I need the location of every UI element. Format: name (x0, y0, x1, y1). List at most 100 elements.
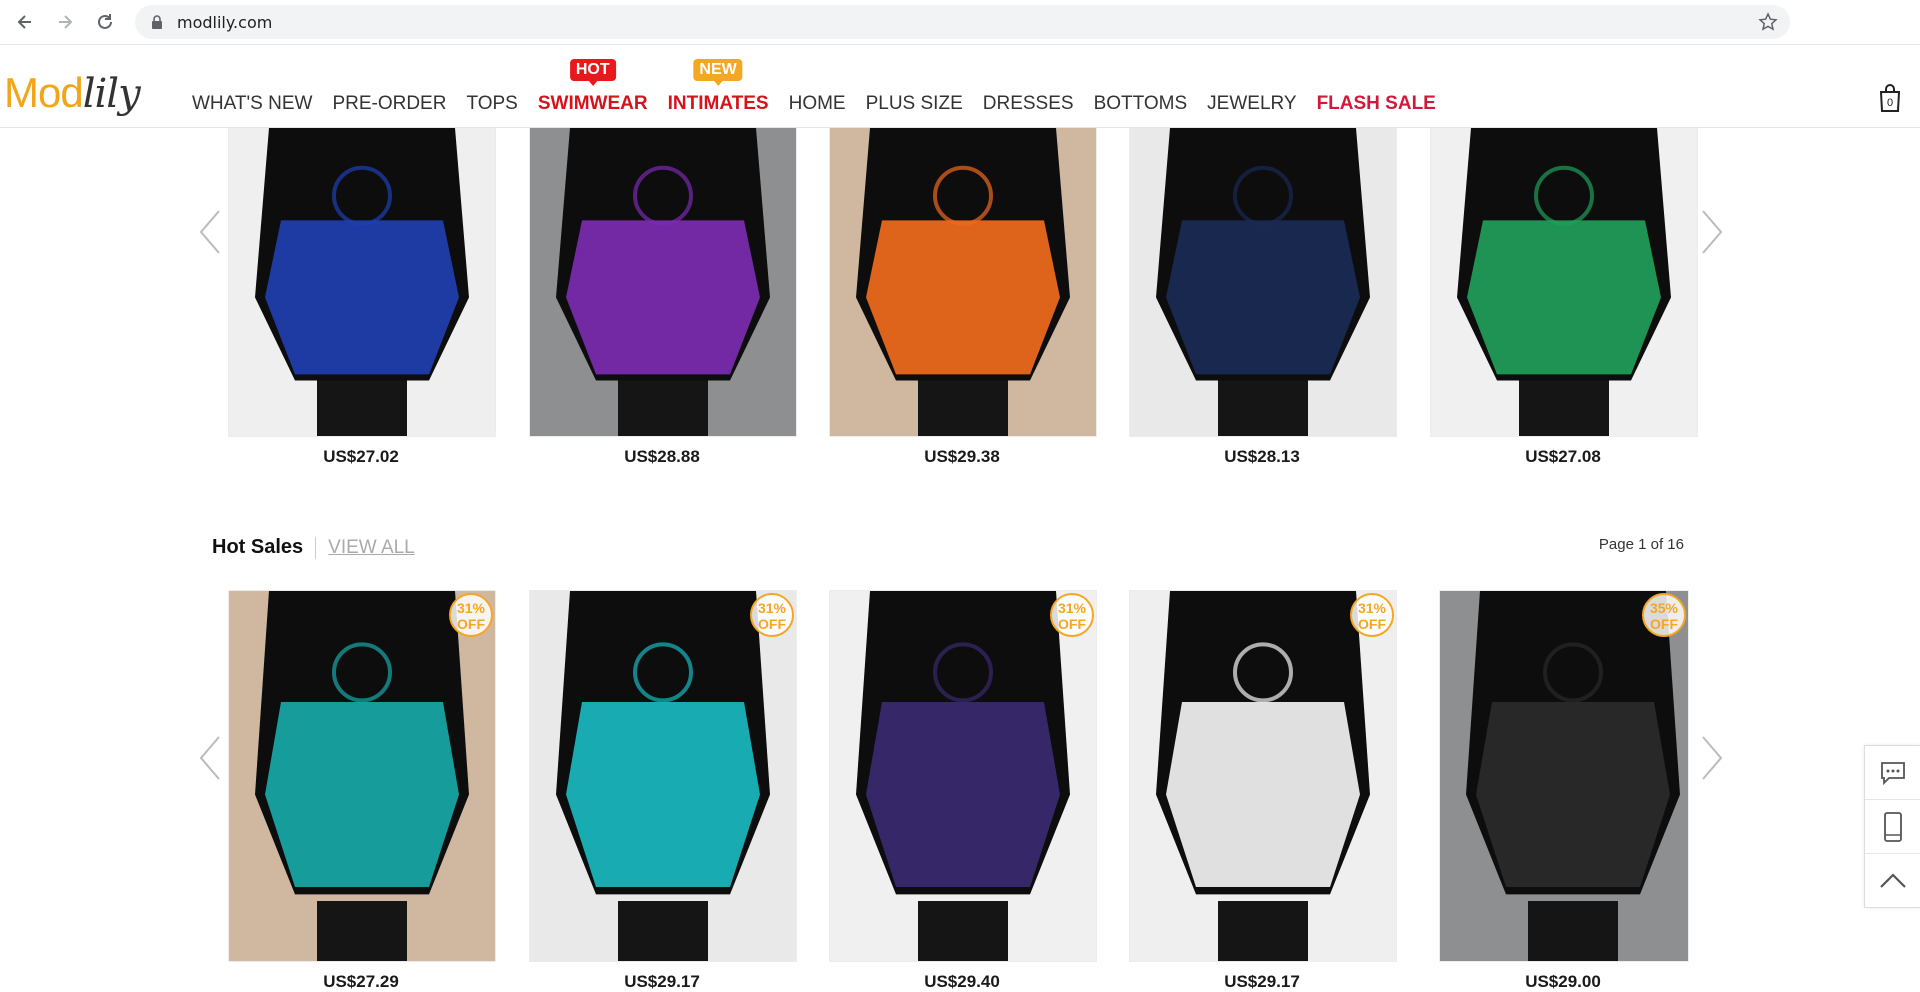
nav-item-what-s-new[interactable]: WHAT'S NEW (182, 89, 322, 119)
chat-icon[interactable] (1865, 746, 1920, 800)
product-price: US$29.17 (624, 972, 700, 991)
product-image-frame[interactable] (1129, 127, 1397, 437)
product-card[interactable]: US$28.88 (529, 127, 797, 467)
product-card[interactable]: 35% OFF US$29.00 (1439, 590, 1689, 992)
nav-label: INTIMATES (667, 93, 769, 114)
logo-mod-text: Mod (4, 69, 84, 116)
product-image-frame[interactable]: 35% OFF (1439, 590, 1689, 962)
product-card[interactable]: US$28.13 (1129, 127, 1397, 467)
nav-item-tops[interactable]: TOPS (456, 89, 527, 119)
product-price: US$29.38 (924, 447, 1000, 466)
discount-label: OFF (758, 616, 786, 632)
carousel-prev-arrow-top[interactable] (195, 207, 225, 257)
product-image (1130, 128, 1396, 436)
product-image (229, 591, 495, 961)
product-image-frame[interactable] (829, 127, 1097, 437)
view-all-link[interactable]: VIEW ALL (328, 537, 415, 559)
back-to-top-icon[interactable] (1865, 854, 1920, 907)
product-image-frame[interactable] (228, 127, 496, 437)
product-card[interactable]: 31% OFF US$29.17 (529, 590, 797, 992)
product-image (530, 128, 796, 436)
nav-item-plus-size[interactable]: PLUS SIZE (856, 89, 973, 119)
product-price: US$28.13 (1224, 447, 1300, 466)
nav-label: PRE-ORDER (332, 93, 447, 114)
discount-label: OFF (457, 616, 485, 632)
carousel-prev-arrow-hot[interactable] (195, 733, 225, 783)
product-card[interactable]: US$27.02 (228, 127, 496, 467)
product-card[interactable]: US$29.38 (829, 127, 1097, 467)
discount-percent: 31% (1357, 600, 1387, 616)
nav-item-bottoms[interactable]: BOTTOMS (1084, 89, 1198, 119)
shopping-bag-icon[interactable]: 0 (1878, 83, 1902, 113)
product-price: US$29.40 (924, 972, 1000, 991)
nav-label: HOME (788, 93, 846, 114)
discount-badge: 35% OFF (1642, 593, 1686, 637)
nav-badge-new: NEW (693, 59, 743, 81)
product-card[interactable]: 31% OFF US$29.40 (829, 590, 1097, 992)
nav-label: WHAT'S NEW (192, 93, 313, 114)
discount-percent: 31% (1057, 600, 1087, 616)
nav-item-dresses[interactable]: DRESSES (973, 89, 1084, 119)
nav-label: TOPS (466, 93, 518, 114)
main-nav: WHAT'S NEW PRE-ORDER TOPS SWIMWEAR HOT INTIMA… (182, 59, 1446, 119)
product-image (830, 128, 1096, 436)
cart-count: 0 (1887, 97, 1893, 109)
discount-label: OFF (1058, 616, 1086, 632)
product-image (1440, 591, 1688, 961)
discount-label: OFF (1358, 616, 1386, 632)
nav-label: FLASH SALE (1316, 93, 1436, 114)
product-image (229, 128, 495, 436)
nav-item-intimates[interactable]: INTIMATES NEW (658, 59, 779, 119)
product-image-frame[interactable]: 31% OFF (529, 590, 797, 962)
site-header: Mod lily WHAT'S NEW PRE-ORDER TOPS SWIMWEAR H… (0, 45, 1920, 128)
product-price: US$29.00 (1525, 972, 1601, 991)
nav-label: JEWELRY (1207, 93, 1297, 114)
nav-label: PLUS SIZE (865, 93, 963, 114)
nav-item-pre-order[interactable]: PRE-ORDER (322, 89, 456, 119)
logo-lily-text: lily (82, 71, 141, 117)
product-price: US$27.29 (323, 972, 399, 991)
product-image-frame[interactable]: 31% OFF (829, 590, 1097, 962)
nav-badge-hot: HOT (569, 59, 616, 81)
discount-badge: 31% OFF (1050, 593, 1094, 637)
discount-badge: 31% OFF (750, 593, 794, 637)
product-price: US$28.88 (624, 447, 700, 466)
discount-percent: 31% (456, 600, 486, 616)
discount-badge: 31% OFF (449, 593, 493, 637)
product-card[interactable]: 31% OFF US$29.17 (1129, 590, 1397, 992)
product-image (530, 591, 796, 961)
product-image-frame[interactable] (529, 127, 797, 437)
product-price: US$27.08 (1525, 447, 1601, 466)
heading-divider (315, 536, 317, 559)
nav-label: SWIMWEAR (537, 93, 648, 114)
product-image-frame[interactable] (1430, 127, 1698, 437)
product-card[interactable]: 31% OFF US$27.29 (228, 590, 496, 992)
product-image (830, 591, 1096, 961)
nav-item-flash-sale[interactable]: FLASH SALE (1307, 89, 1446, 119)
modlily-logo[interactable]: Mod lily (4, 69, 141, 117)
product-price: US$29.17 (1224, 972, 1300, 991)
page-indicator: Page 1 of 16 (1598, 536, 1684, 553)
carousel-next-arrow-top[interactable] (1697, 207, 1727, 257)
nav-item-jewelry[interactable]: JEWELRY (1197, 89, 1306, 119)
discount-badge: 31% OFF (1350, 593, 1394, 637)
product-card[interactable]: US$27.08 (1430, 127, 1698, 467)
discount-percent: 31% (757, 600, 787, 616)
product-carousel-hot-sales: 31% OFF US$27.29 31% OFF US$29.17 31% OFF US$29.… (0, 590, 1920, 991)
nav-item-swimwear[interactable]: SWIMWEAR HOT (528, 59, 658, 119)
carousel-next-arrow-hot[interactable] (1697, 733, 1727, 783)
discount-label: OFF (1650, 616, 1678, 632)
hot-sales-heading: Hot Sales VIEW ALL (212, 536, 415, 559)
nav-label: BOTTOMS (1093, 93, 1188, 114)
floating-toolbar (1864, 745, 1920, 908)
discount-percent: 35% (1649, 600, 1679, 616)
product-image-frame[interactable]: 31% OFF (228, 590, 496, 962)
product-image (1130, 591, 1396, 961)
section-title: Hot Sales (212, 536, 304, 558)
nav-label: DRESSES (982, 93, 1074, 114)
mobile-app-icon[interactable] (1865, 800, 1920, 854)
product-image-frame[interactable]: 31% OFF (1129, 590, 1397, 962)
product-price: US$27.02 (323, 447, 399, 466)
product-image (1431, 128, 1697, 436)
nav-item-home[interactable]: HOME (779, 89, 856, 119)
